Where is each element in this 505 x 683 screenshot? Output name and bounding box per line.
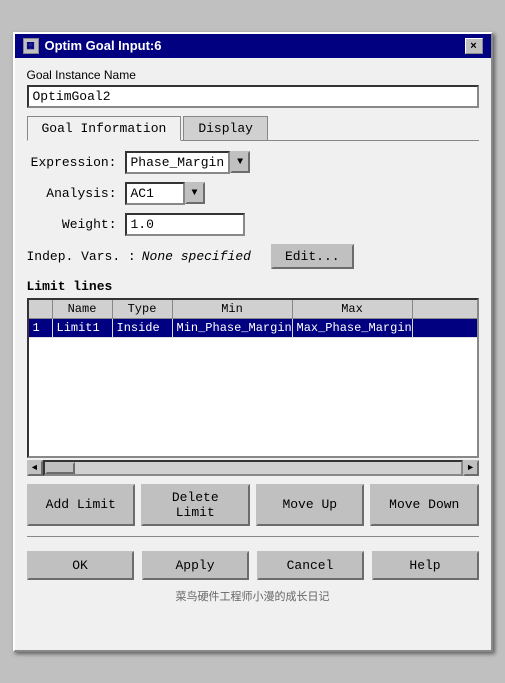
title-bar: ▦ Optim Goal Input:6 ×: [15, 34, 491, 58]
analysis-input[interactable]: AC1: [125, 182, 185, 205]
tab-display[interactable]: Display: [183, 116, 268, 140]
limit-lines-title: Limit lines: [27, 279, 479, 294]
analysis-label: Analysis:: [27, 186, 117, 201]
cell-min: Min_Phase_Margin: [173, 319, 293, 337]
goal-instance-label: Goal Instance Name: [27, 68, 479, 82]
tab-goal-information[interactable]: Goal Information: [27, 116, 182, 141]
h-scrollbar[interactable]: [43, 460, 463, 476]
limit-lines-section: Limit lines Name Type Min Max 1 Limit1 I…: [27, 279, 479, 476]
weight-input[interactable]: [125, 213, 245, 236]
limit-lines-table: Name Type Min Max 1 Limit1 Inside Min_Ph…: [27, 298, 479, 458]
expression-dropdown-btn[interactable]: ▼: [230, 151, 250, 173]
expression-label: Expression:: [27, 155, 117, 170]
action-buttons: Add Limit Delete Limit Move Up Move Down: [27, 484, 479, 526]
bottom-buttons: OK Apply Cancel Help: [27, 545, 479, 586]
col-min: Min: [173, 300, 293, 318]
delete-limit-button[interactable]: Delete Limit: [141, 484, 250, 526]
edit-button[interactable]: Edit...: [271, 244, 354, 269]
tab-bar: Goal Information Display: [27, 116, 479, 141]
weight-label: Weight:: [27, 217, 117, 232]
expression-dropdown-container: Phase_Margin ▼: [125, 151, 251, 174]
analysis-dropdown-btn[interactable]: ▼: [185, 182, 205, 204]
analysis-dropdown-container: AC1 ▼: [125, 182, 205, 205]
move-down-button[interactable]: Move Down: [370, 484, 479, 526]
indep-vars-value: None specified: [142, 249, 251, 264]
window-title: Optim Goal Input:6: [45, 38, 162, 53]
indep-vars-label: Indep. Vars. :: [27, 249, 136, 264]
add-limit-button[interactable]: Add Limit: [27, 484, 136, 526]
app-icon: ▦: [23, 38, 39, 54]
table-body: 1 Limit1 Inside Min_Phase_Margin Max_Pha…: [29, 319, 477, 449]
analysis-row: Analysis: AC1 ▼: [27, 182, 479, 205]
scroll-left-btn[interactable]: ◄: [27, 460, 43, 476]
expression-row: Expression: Phase_Margin ▼: [27, 151, 479, 174]
move-up-button[interactable]: Move Up: [256, 484, 365, 526]
table-row[interactable]: 1 Limit1 Inside Min_Phase_Margin Max_Pha…: [29, 319, 477, 338]
close-button[interactable]: ×: [465, 38, 483, 54]
col-index: [29, 300, 53, 318]
goal-instance-input[interactable]: [27, 85, 479, 108]
dialog-body: Goal Instance Name Goal Information Disp…: [15, 58, 491, 616]
weight-row: Weight:: [27, 213, 479, 236]
cell-index: 1: [29, 319, 53, 337]
dialog-window: ▦ Optim Goal Input:6 × Goal Instance Nam…: [13, 32, 493, 652]
apply-button[interactable]: Apply: [142, 551, 249, 580]
table-header: Name Type Min Max: [29, 300, 477, 319]
cell-name: Limit1: [53, 319, 113, 337]
expression-input[interactable]: Phase_Margin: [125, 151, 231, 174]
watermark: 菜鸟硬件工程师小漫的成长日记: [27, 586, 479, 606]
ok-button[interactable]: OK: [27, 551, 134, 580]
col-type: Type: [113, 300, 173, 318]
scroll-thumb: [45, 462, 75, 474]
cell-type: Inside: [113, 319, 173, 337]
help-button[interactable]: Help: [372, 551, 479, 580]
cell-max: Max_Phase_Margin: [293, 319, 413, 337]
col-name: Name: [53, 300, 113, 318]
title-bar-left: ▦ Optim Goal Input:6: [23, 38, 162, 54]
indep-vars-row: Indep. Vars. : None specified Edit...: [27, 244, 479, 269]
col-max: Max: [293, 300, 413, 318]
separator: [27, 536, 479, 537]
cancel-button[interactable]: Cancel: [257, 551, 364, 580]
scroll-right-btn[interactable]: ►: [463, 460, 479, 476]
